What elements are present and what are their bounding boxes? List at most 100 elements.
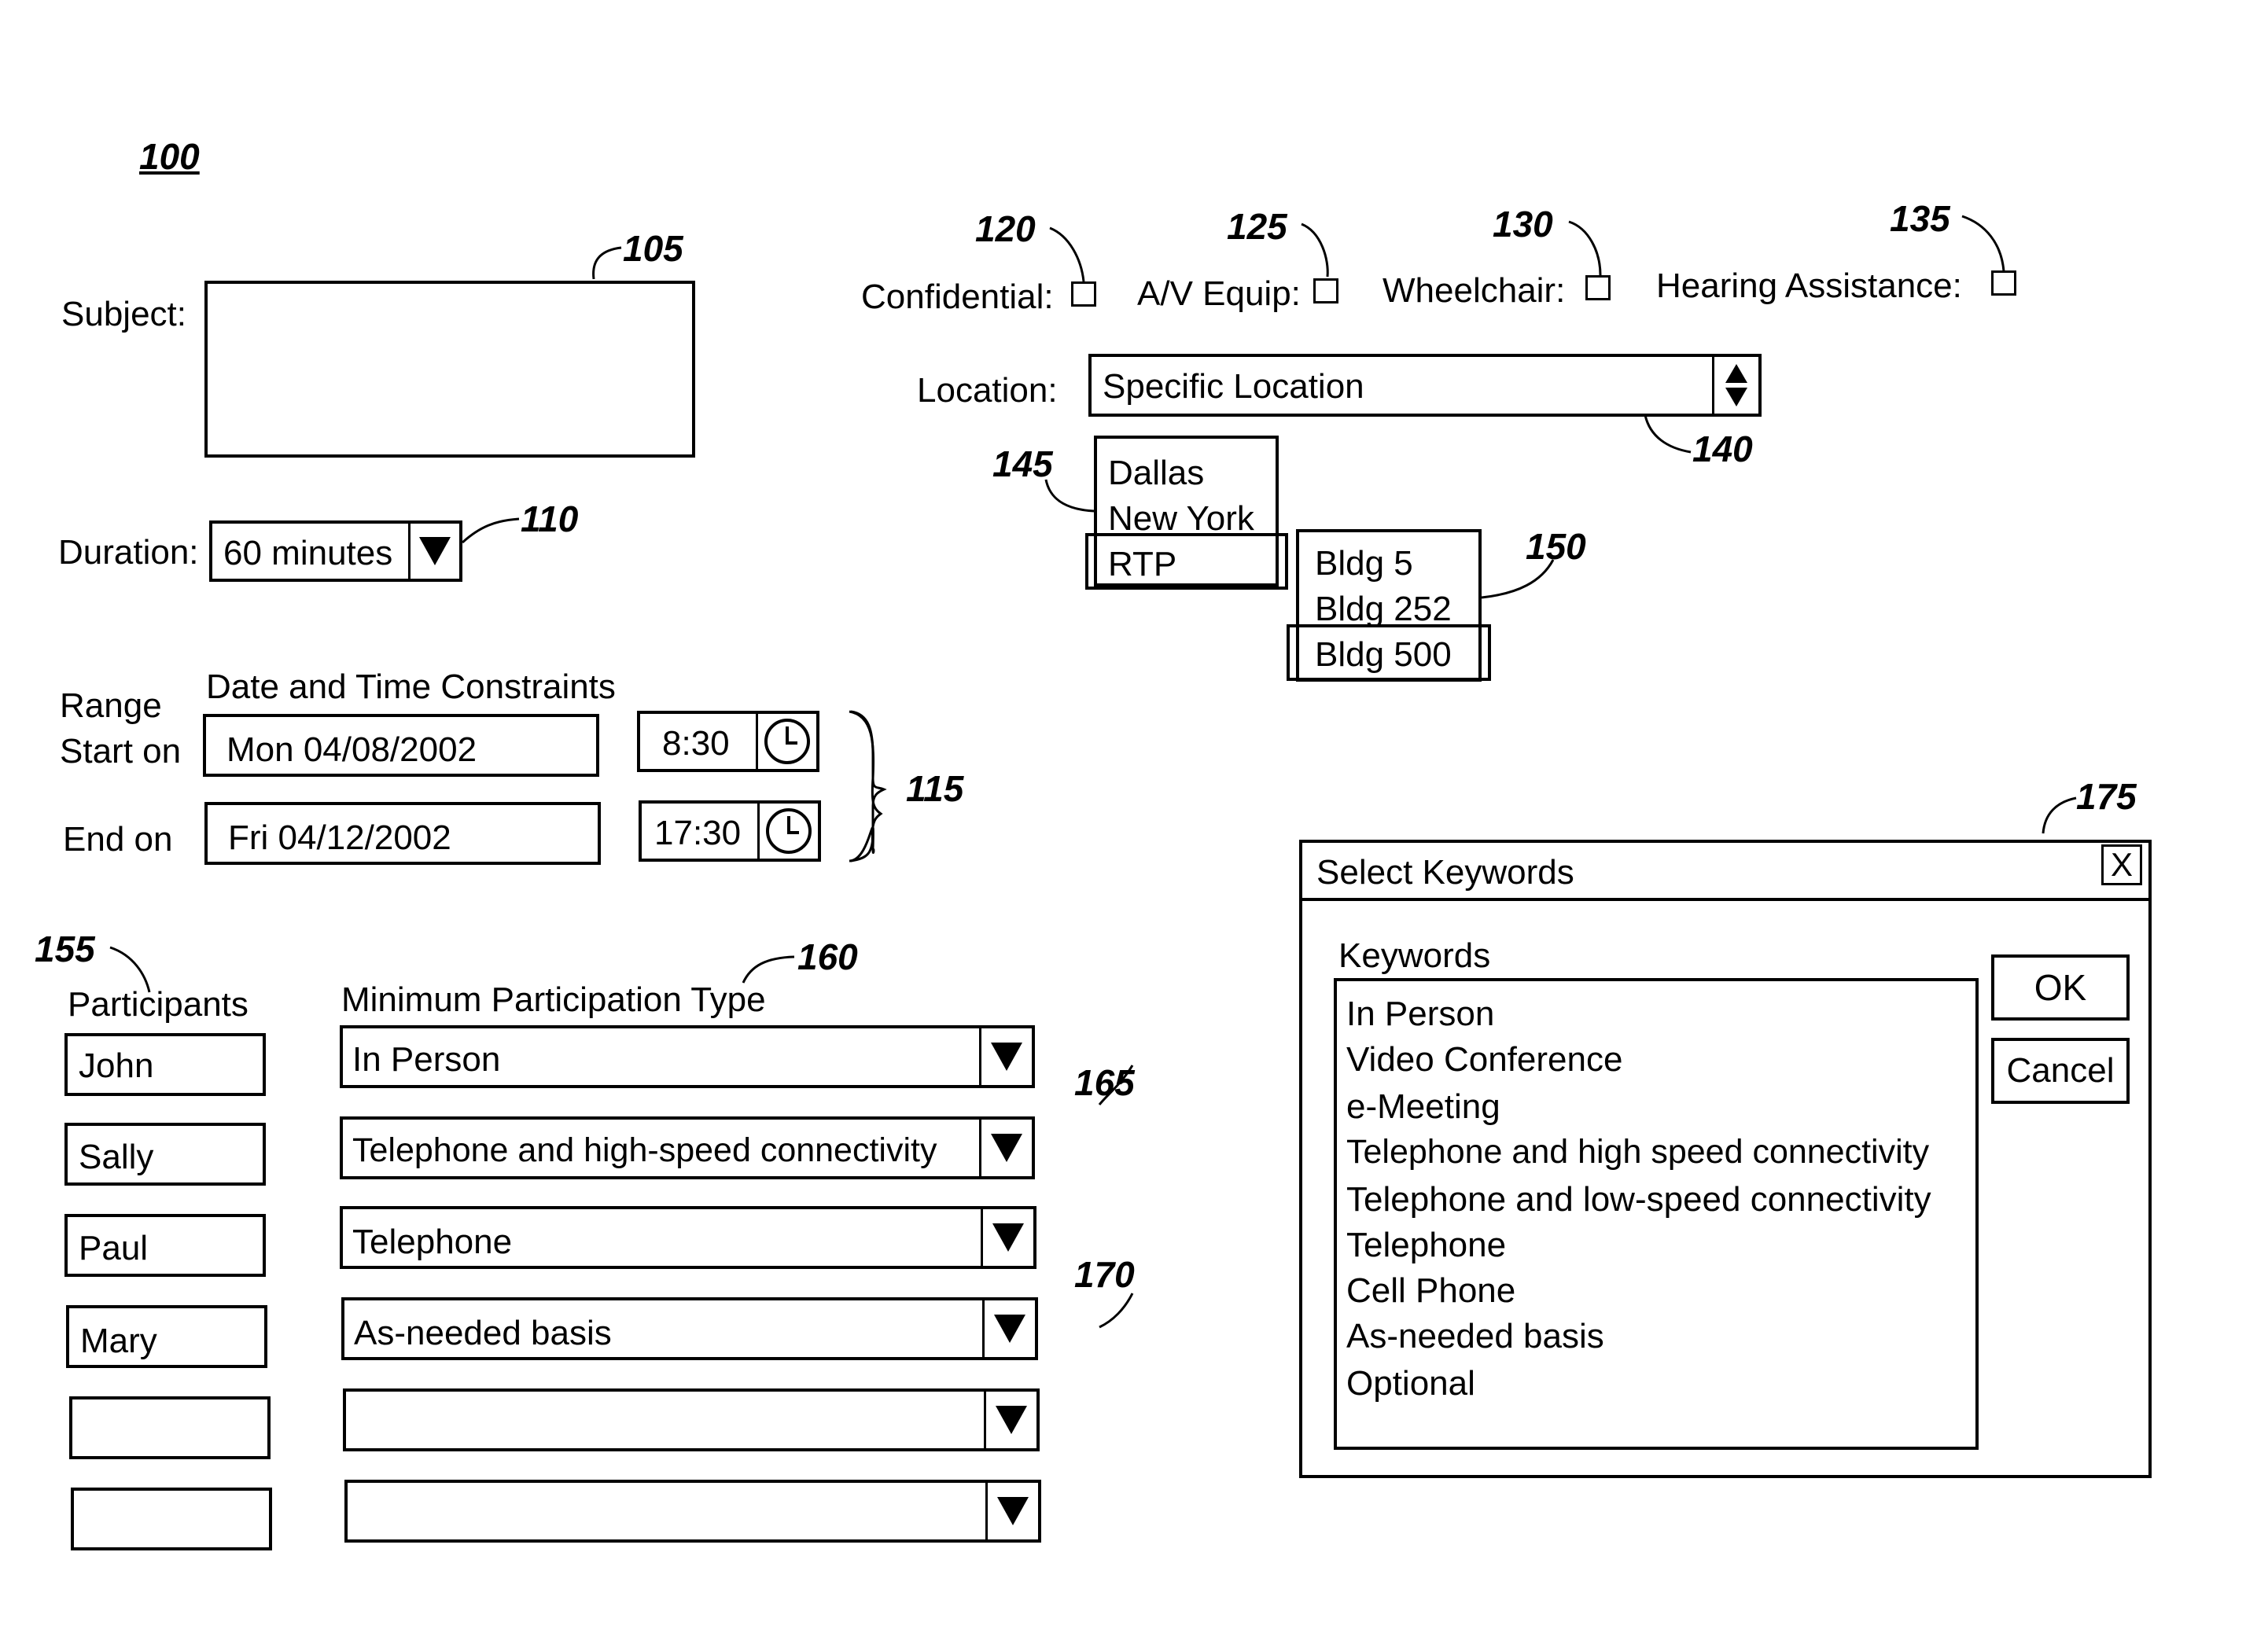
participation-type-dropdown-button[interactable] [982,1300,1035,1357]
wheelchair-checkbox[interactable] [1585,275,1611,300]
ref-150: 150 [1526,526,1586,567]
keyword-item[interactable]: Optional [1346,1366,1475,1401]
close-icon: X [2110,846,2133,883]
city-item[interactable]: New York [1108,502,1254,536]
participant-name: Mary [80,1322,157,1360]
building-selection-highlight [1287,624,1491,681]
participant-name: Paul [79,1229,149,1267]
participation-type-dropdown[interactable] [344,1480,1041,1543]
city-item[interactable]: Dallas [1108,456,1204,491]
start-time-value: 8:30 [662,724,730,763]
ref-175: 175 [2076,776,2137,817]
confidential-checkbox[interactable] [1071,281,1096,307]
start-time-picker-button[interactable] [756,714,816,769]
participation-type-dropdown[interactable]: As-needed basis [341,1297,1038,1360]
chevron-down-icon [996,1406,1027,1434]
end-date-value: Fri 04/12/2002 [228,818,451,857]
keyword-item[interactable]: Telephone and high speed connectivity [1346,1135,1929,1169]
leader-160 [742,955,795,984]
chevron-down-icon [997,1497,1029,1525]
ok-button[interactable]: OK [1991,954,2130,1021]
participation-type-dropdown-button[interactable] [979,1028,1032,1085]
leader-175 [2042,796,2077,834]
keyword-item[interactable]: Video Conference [1346,1043,1622,1077]
start-time-input[interactable]: 8:30 [637,711,819,772]
participants-header: Participants [68,985,249,1024]
location-label: Location: [917,371,1058,410]
participant-name-input[interactable]: Mary [66,1305,267,1368]
participant-name: Sally [79,1138,154,1176]
confidential-label: Confidential: [861,278,1054,316]
keyword-item[interactable]: Cell Phone [1346,1274,1515,1308]
brace-115 [849,710,883,862]
ref-165: 165 [1074,1062,1135,1103]
keywords-list[interactable]: In Person Video Conference e-Meeting Tel… [1334,978,1979,1450]
start-date-value: Mon 04/08/2002 [226,730,477,769]
arrow-down-icon[interactable] [1725,388,1747,406]
participation-type-value: As-needed basis [354,1314,612,1352]
start-on-label: Start on [60,732,182,771]
location-dropdown[interactable]: Specific Location [1088,354,1762,417]
participant-name-input[interactable] [69,1396,271,1459]
keyword-item[interactable]: e-Meeting [1346,1090,1500,1124]
participant-name-input[interactable]: Paul [64,1214,266,1277]
arrow-up-icon[interactable] [1725,364,1747,383]
wheelchair-label: Wheelchair: [1383,271,1566,310]
close-button[interactable]: X [2101,844,2142,885]
leader-130 [1568,220,1602,276]
clock-icon [766,808,812,854]
leader-105 [592,246,622,280]
participant-name-input[interactable]: John [64,1033,266,1096]
leader-110 [461,517,520,544]
hearing-assistance-checkbox[interactable] [1991,270,2016,296]
ref-105: 105 [623,228,683,269]
ref-160: 160 [797,936,858,977]
hearing-assistance-label: Hearing Assistance: [1656,267,1962,305]
leader-125 [1301,223,1329,278]
chevron-down-icon [991,1134,1022,1162]
end-time-picker-button[interactable] [757,804,818,859]
start-date-input[interactable]: Mon 04/08/2002 [203,714,599,777]
end-date-input[interactable]: Fri 04/12/2002 [204,802,601,865]
ref-120: 120 [975,208,1036,249]
participant-name-input[interactable]: Sally [64,1123,266,1186]
clock-icon [764,719,810,764]
location-spinner[interactable] [1712,357,1758,414]
end-time-input[interactable]: 17:30 [639,800,821,862]
participant-name-input[interactable] [71,1488,272,1550]
building-item[interactable]: Bldg 5 [1315,546,1413,581]
ref-125: 125 [1227,206,1287,247]
dialog-title-bar: Select Keywords X [1302,843,2148,901]
chevron-down-icon [992,1223,1024,1252]
range-label: Range [60,686,162,725]
participation-type-value: Telephone and high-speed connectivity [352,1131,937,1169]
keyword-item[interactable]: Telephone and low-speed connectivity [1346,1182,1931,1217]
keywords-dialog: Select Keywords X Keywords In Person Vid… [1299,840,2152,1478]
subject-input[interactable] [204,281,695,458]
participation-type-dropdown-button[interactable] [981,1209,1033,1266]
keyword-item[interactable]: In Person [1346,997,1494,1032]
participation-type-value: In Person [352,1040,501,1079]
leader-135 [1961,215,2005,272]
participation-type-dropdown-button[interactable] [985,1483,1038,1539]
duration-value: 60 minutes [223,534,393,572]
duration-label: Duration: [58,533,199,572]
duration-dropdown[interactable]: 60 minutes [209,520,462,582]
participation-type-dropdown-button[interactable] [979,1120,1032,1176]
participation-type-dropdown[interactable]: Telephone and high-speed connectivity [340,1116,1035,1179]
participation-type-dropdown[interactable]: Telephone [340,1206,1036,1269]
building-item[interactable]: Bldg 252 [1315,592,1452,627]
keyword-item[interactable]: As-needed basis [1346,1319,1604,1354]
chevron-down-icon [991,1043,1022,1071]
ok-label: OK [2034,967,2087,1008]
chevron-down-icon [419,537,451,565]
keyword-item[interactable]: Telephone [1346,1228,1506,1263]
ref-170: 170 [1074,1254,1135,1295]
av-equip-checkbox[interactable] [1313,278,1338,303]
participation-type-dropdown-button[interactable] [984,1392,1036,1448]
duration-dropdown-button[interactable] [408,524,459,579]
ref-155: 155 [35,929,95,969]
participation-type-dropdown[interactable]: In Person [340,1025,1035,1088]
participation-type-dropdown[interactable] [343,1388,1040,1451]
cancel-button[interactable]: Cancel [1991,1038,2130,1104]
